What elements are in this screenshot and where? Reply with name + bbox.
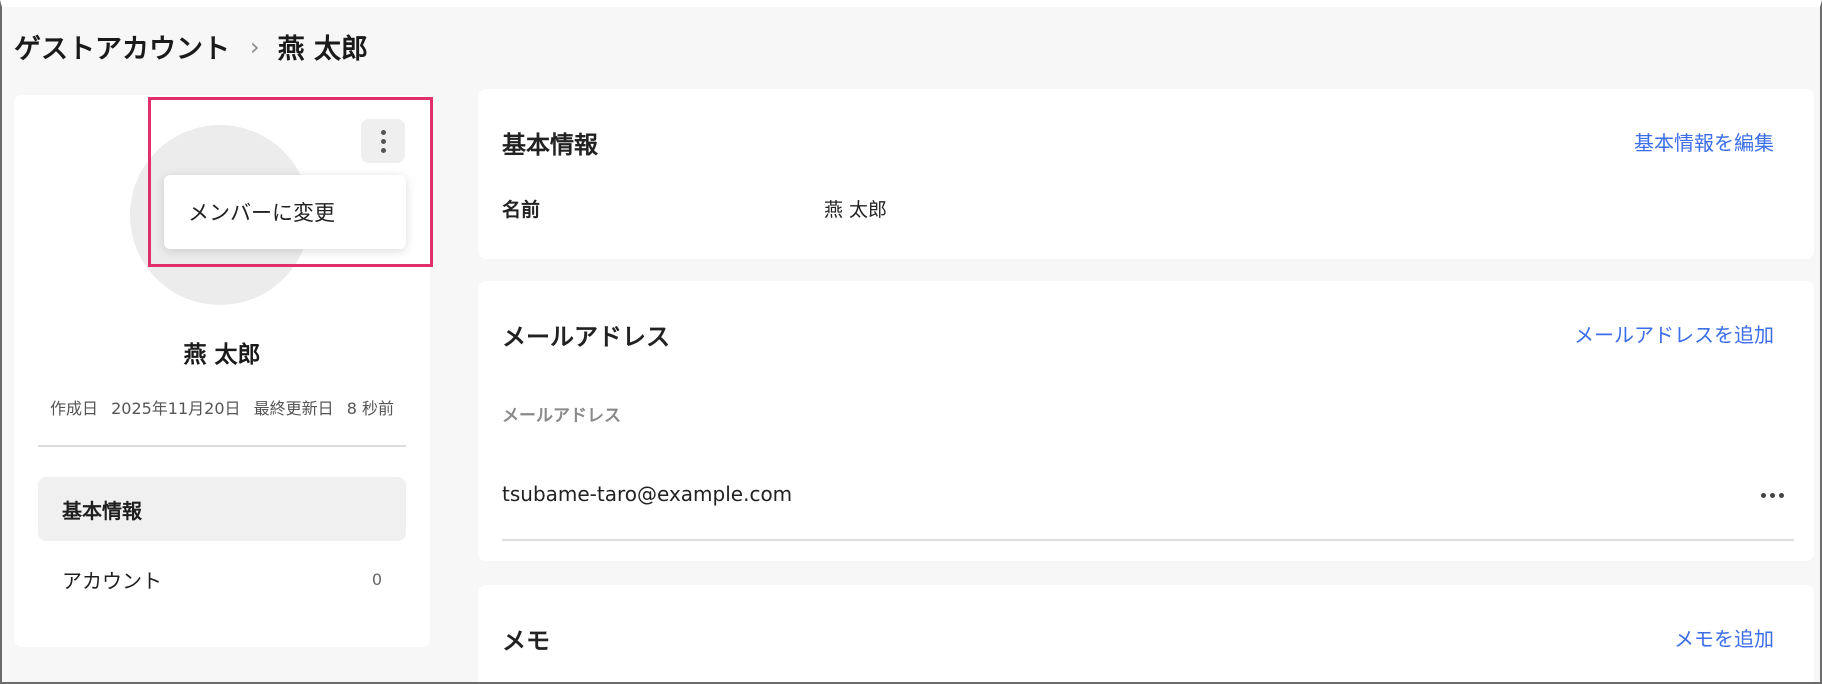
breadcrumb-separator-icon: › <box>250 32 260 61</box>
sidebar-item-count: 0 <box>371 569 382 589</box>
row-divider <box>502 539 1794 541</box>
sidebar-item-account[interactable]: アカウント 0 <box>38 547 406 611</box>
memo-panel: メモ メモを追加 <box>478 585 1814 682</box>
sidebar-item-label: 基本情報 <box>62 498 142 523</box>
name-value: 燕 太郎 <box>824 199 888 221</box>
dropdown-item-label: メンバーに変更 <box>188 201 335 225</box>
basic-info-panel: 基本情報 基本情報を編集 名前 燕 太郎 <box>478 89 1814 259</box>
panel-title: メモ <box>502 627 550 655</box>
created-label: 作成日 <box>49 399 98 418</box>
edit-basic-info-link[interactable]: 基本情報を編集 <box>1634 127 1774 156</box>
updated-label: 最終更新日 <box>253 399 334 418</box>
updated-value: 8 秒前 <box>346 399 395 418</box>
profile-meta: 作成日 2025年11月20日 最終更新日 8 秒前 <box>14 395 430 419</box>
breadcrumb: ゲストアカウント › 燕 太郎 <box>14 27 368 66</box>
add-memo-link[interactable]: メモを追加 <box>1674 623 1774 652</box>
profile-menu-button[interactable] <box>361 119 405 163</box>
panel-title: メールアドレス <box>502 323 670 351</box>
dropdown-item-change-to-member[interactable]: メンバーに変更 <box>164 175 406 249</box>
sidebar-item-label: アカウント <box>62 568 162 593</box>
email-column-label: メールアドレス <box>502 406 621 426</box>
kebab-vertical-icon <box>380 129 386 153</box>
email-address: tsubame-taro@example.com <box>502 482 793 506</box>
breadcrumb-current: 燕 太郎 <box>277 34 369 65</box>
app-window: ゲストアカウント › 燕 太郎 メンバーに変更 燕 太郎 作成日 2025年11… <box>0 0 1822 684</box>
created-date: 2025年11月20日 <box>111 399 241 418</box>
divider <box>38 445 406 447</box>
breadcrumb-parent[interactable]: ゲストアカウント <box>14 27 230 66</box>
sidebar-item-basic-info[interactable]: 基本情報 <box>38 477 406 541</box>
profile-name: 燕 太郎 <box>183 342 261 368</box>
name-label: 名前 <box>502 199 541 221</box>
panel-title: 基本情報 <box>502 131 598 159</box>
profile-card: メンバーに変更 燕 太郎 作成日 2025年11月20日 最終更新日 8 秒前 … <box>14 95 430 647</box>
more-horizontal-icon[interactable] <box>1759 487 1786 504</box>
add-email-link[interactable]: メールアドレスを追加 <box>1574 319 1774 348</box>
email-panel: メールアドレス メールアドレスを追加 メールアドレス tsubame-taro@… <box>478 281 1814 561</box>
